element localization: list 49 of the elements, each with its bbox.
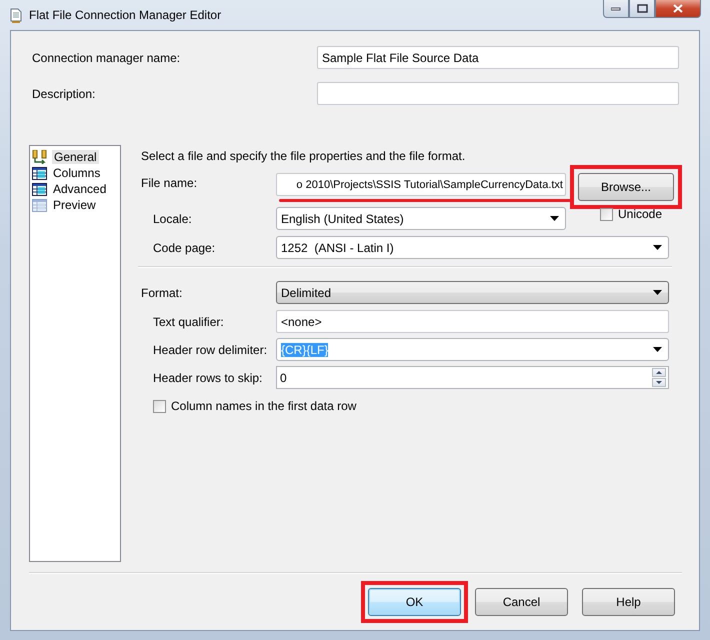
dialog-button[interactable]: Help [582,588,675,616]
field-label: Text qualifier: [152,314,225,328]
spin-up-icon[interactable] [652,368,666,377]
name-field[interactable]: Sample Flat File Source Data [317,46,679,69]
checkbox[interactable] [153,400,166,412]
field-label: Description: [31,86,96,100]
instruction-text: Select a file and specify the file properties and the file format. [140,149,466,163]
grid-icon [32,166,47,180]
minimize-icon [611,6,621,10]
document-icon [9,8,23,24]
maximize-icon [636,4,648,13]
text-qualifier-field[interactable]: <none> [276,310,669,333]
page-item[interactable]: Columns [51,166,102,180]
folder-arrow-icon [32,150,48,164]
field-label: Code page: [152,240,216,254]
browse-button[interactable]: Browse... [578,173,674,201]
window-title: Flat File Connection Manager Editor [29,8,222,22]
description-field[interactable] [317,82,679,105]
dialog-button[interactable]: Cancel [475,588,568,616]
grid-icon [32,182,47,196]
minimize-button[interactable] [603,0,629,18]
caret-icon [653,347,662,352]
field-label: Header row delimiter: [152,342,268,356]
page-item[interactable]: General [52,150,99,164]
field-label: Header rows to skip: [152,370,264,384]
caret-icon [653,245,662,250]
locale-dropdown[interactable]: English (United States) [276,207,566,230]
dialog-button[interactable]: OK [368,588,461,616]
checkbox-label: Unicode [618,207,662,221]
spin-field[interactable]: 0 [276,366,669,389]
close-button[interactable] [655,0,701,18]
field-label: File name: [140,176,198,190]
field-label: Format: [140,286,184,300]
maximize-button[interactable] [629,0,655,18]
selected-text: {CR}{LF} [281,342,328,356]
field-label: Connection manager name: [31,50,182,64]
file-name-field[interactable]: o 2010\Projects\SSIS Tutorial\SampleCurrencyData.txt [276,173,566,196]
field-label: Locale: [152,212,193,226]
checkbox[interactable] [600,208,613,220]
checkbox-label: Column names in the first data row [171,399,356,413]
spin-down-icon[interactable] [652,378,666,387]
close-icon [673,4,683,13]
caret-icon [550,216,559,221]
page-item[interactable]: Preview [51,198,98,212]
page-item[interactable]: Advanced [51,182,108,196]
caret-icon [653,290,662,295]
code-page-dropdown[interactable]: 1252 (ANSI - Latin I) [276,236,669,259]
format-dropdown[interactable]: Delimited [276,281,669,304]
grid-icon [32,198,47,212]
